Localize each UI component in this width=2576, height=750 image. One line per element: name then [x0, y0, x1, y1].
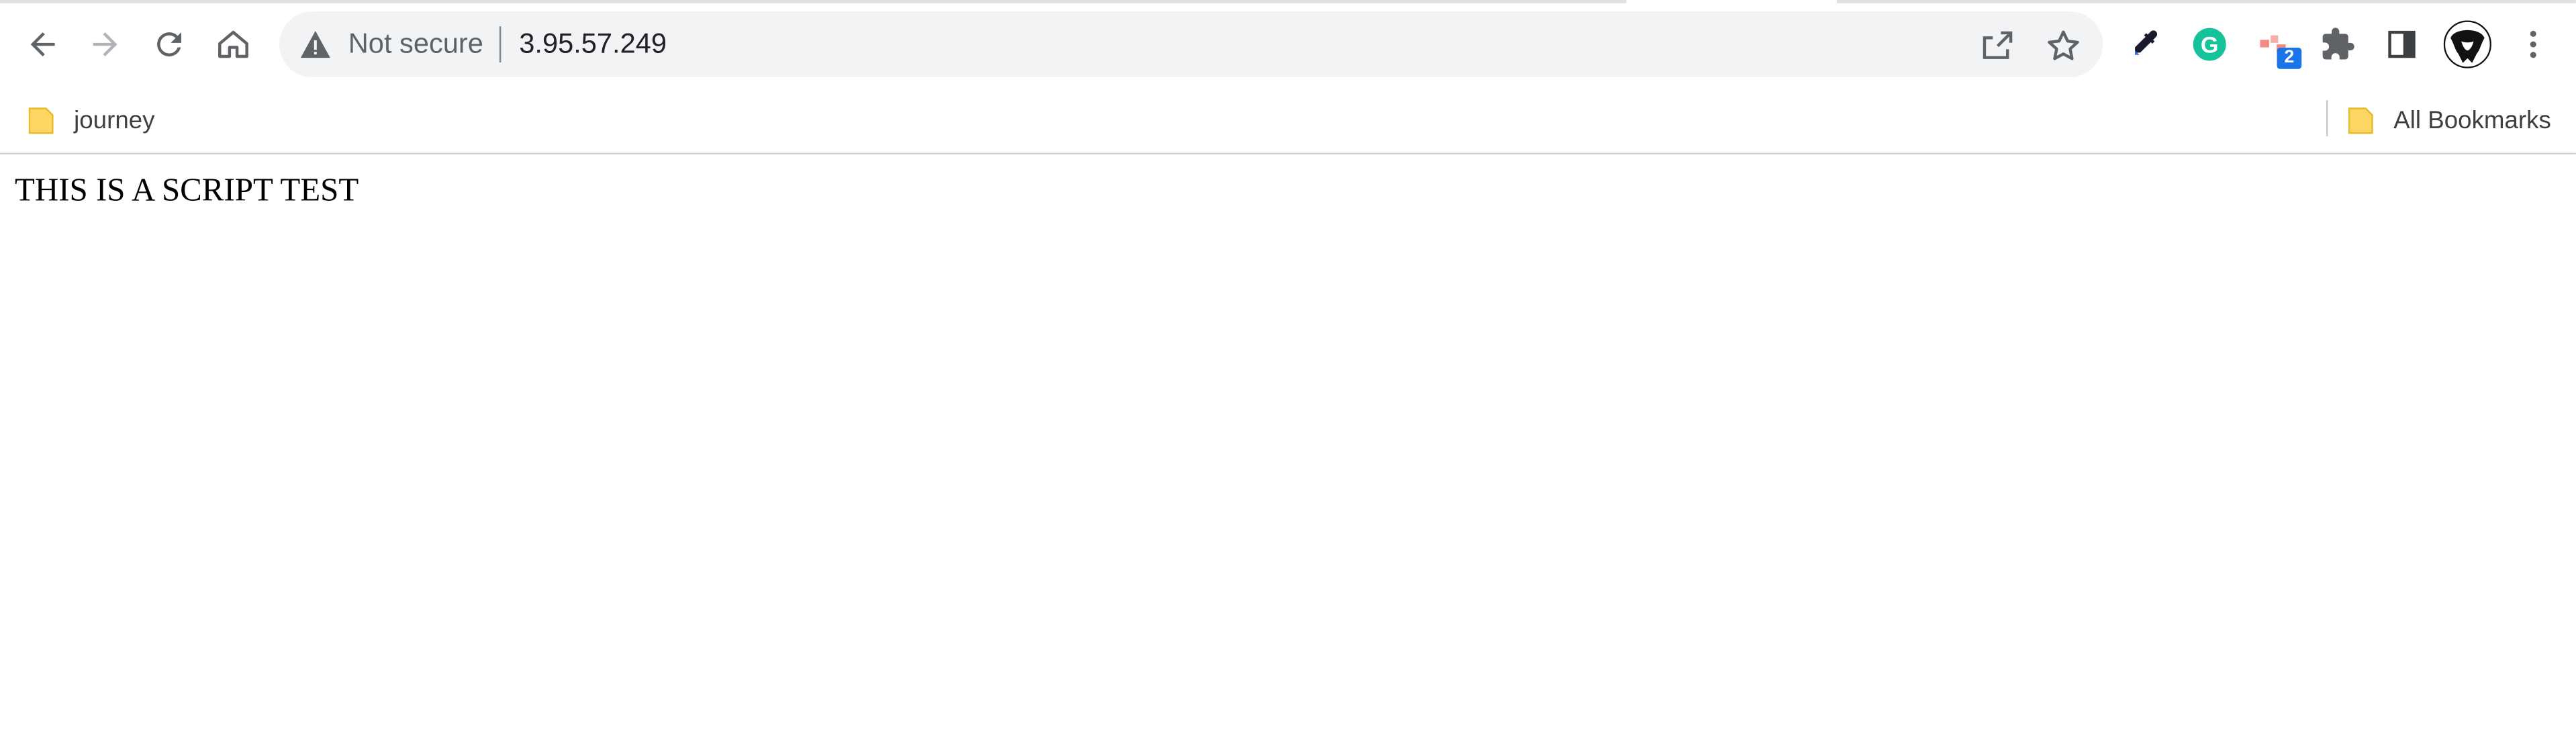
kebab-menu-icon	[2530, 30, 2536, 58]
extension-badge: 2	[2277, 47, 2302, 69]
back-button[interactable]	[16, 18, 68, 71]
extensions-button[interactable]	[2315, 21, 2361, 68]
url-text[interactable]: 3.95.57.249	[519, 28, 667, 61]
profile-avatar	[2443, 20, 2491, 68]
star-icon[interactable]	[2044, 26, 2083, 66]
home-icon	[218, 30, 248, 58]
reload-button[interactable]	[143, 18, 195, 71]
folder-icon	[28, 107, 54, 134]
omnibox-divider	[499, 26, 502, 62]
grammarly-extension[interactable]: G	[2187, 21, 2233, 68]
all-bookmarks-button[interactable]: All Bookmarks	[2348, 97, 2551, 143]
all-bookmarks-label: All Bookmarks	[2393, 105, 2551, 134]
warning-icon[interactable]	[299, 30, 332, 59]
page-heading: THIS IS A SCRIPT TEST	[15, 172, 359, 209]
menu-button[interactable]	[2510, 21, 2557, 68]
side-panel-button[interactable]	[2379, 21, 2425, 68]
profile-button[interactable]	[2441, 18, 2493, 71]
tab-strip-edge	[0, 0, 2576, 5]
badged-extension[interactable]: 2	[2250, 21, 2302, 69]
puzzle-icon	[2322, 28, 2354, 60]
bookmarks-bar: journey All Bookmarks	[0, 87, 2576, 155]
bookmark-folder-journey[interactable]: journey	[28, 97, 155, 143]
browser-window: Not secure 3.95.57.249 G 2 journey All B…	[0, 0, 2576, 749]
reload-icon	[157, 32, 181, 57]
share-icon[interactable]	[1978, 26, 2017, 66]
bookmark-label: journey	[74, 105, 155, 134]
eyedropper-icon	[2135, 30, 2158, 55]
grammarly-icon: G	[2193, 28, 2226, 61]
address-bar[interactable]: Not secure 3.95.57.249	[279, 11, 2103, 78]
side-panel-icon	[2388, 30, 2416, 58]
page-content: THIS IS A SCRIPT TEST	[0, 154, 2576, 749]
eyedropper-extension[interactable]	[2123, 21, 2169, 68]
forward-button[interactable]	[79, 18, 131, 71]
home-button[interactable]	[207, 18, 259, 71]
browser-toolbar: Not secure 3.95.57.249 G 2	[0, 5, 2576, 87]
folder-icon	[2348, 107, 2373, 134]
arrow-left-icon	[30, 32, 55, 57]
arrow-right-icon	[93, 32, 117, 57]
security-label[interactable]: Not secure	[348, 28, 483, 61]
bookmarks-divider	[2326, 100, 2328, 137]
